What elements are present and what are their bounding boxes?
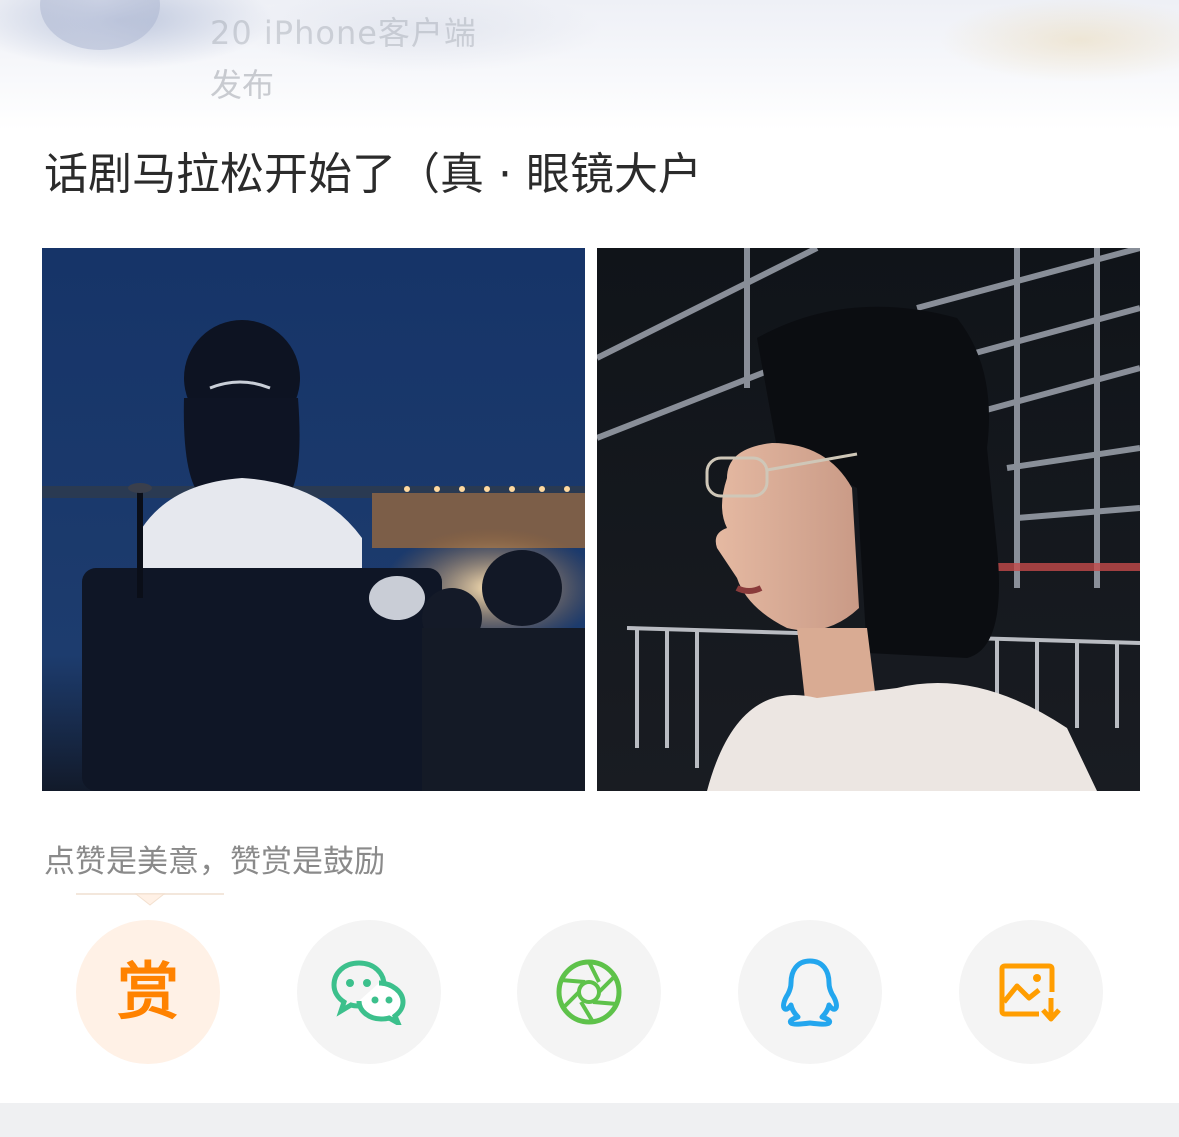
post-text: 话剧马拉松开始了（真 · 眼镜大户 (44, 149, 702, 200)
qq-penguin-icon (781, 958, 839, 1027)
wechat-share-button[interactable] (297, 920, 441, 1064)
photo-back-view[interactable] (42, 248, 585, 791)
share-row: 赏 (0, 890, 1179, 1070)
reward-pointer (76, 893, 224, 906)
bottom-divider-bar (0, 1103, 1179, 1137)
reward-button[interactable]: 赏 (76, 920, 220, 1064)
save-image-icon (999, 963, 1061, 1022)
post-meta-source: 20 iPhone客户端 (210, 14, 477, 52)
moments-aperture-icon (556, 959, 622, 1025)
photo-profile-glasses[interactable] (597, 248, 1140, 791)
user-avatar[interactable] (40, 0, 160, 50)
reward-icon: 赏 (116, 955, 179, 1028)
save-image-button[interactable] (959, 920, 1103, 1064)
wechat-icon (331, 960, 406, 1025)
qq-share-button[interactable] (738, 920, 882, 1064)
moments-share-button[interactable] (517, 920, 661, 1064)
post-meta-published: 发布 (210, 66, 275, 104)
weibo-post-page: 20 iPhone客户端 发布 话剧马拉松开始了（真 · 眼镜大户 点赞是美意，… (0, 0, 1179, 1137)
photo-grid (42, 248, 1140, 791)
post-header: 20 iPhone客户端 发布 (0, 0, 1179, 130)
reward-hint: 点赞是美意，赞赏是鼓励 (44, 844, 385, 880)
